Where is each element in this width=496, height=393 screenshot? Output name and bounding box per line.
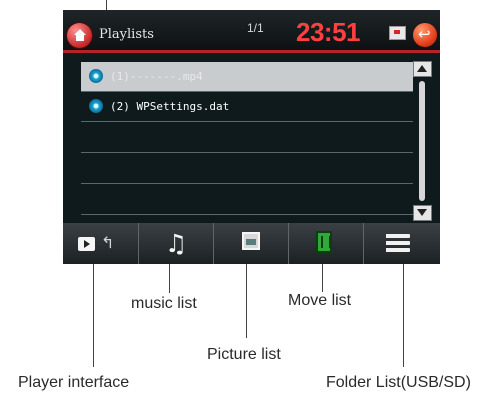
page-title: Playlists <box>99 27 154 42</box>
movie-list-button[interactable] <box>288 223 364 264</box>
return-arrow-icon: ↰ <box>101 233 115 252</box>
list-item-label: (1)-------.mp4 <box>110 70 203 83</box>
back-icon[interactable] <box>413 23 437 47</box>
player-interface-button[interactable]: ↰ <box>63 223 139 264</box>
list-icon <box>386 234 410 252</box>
annotation-folder-list: Folder List(USB/SD) <box>326 374 471 391</box>
annotation-picture-list: Picture list <box>207 346 281 363</box>
home-icon[interactable] <box>67 23 92 48</box>
picture-list-button[interactable] <box>213 223 289 264</box>
list-item-label: (2) WPSettings.dat <box>110 100 230 113</box>
folder-list-button[interactable] <box>363 223 438 264</box>
list-item[interactable]: (2) WPSettings.dat <box>81 92 413 122</box>
scrollbar[interactable] <box>413 61 432 221</box>
media-file-icon <box>89 99 103 113</box>
picture-icon <box>242 232 260 250</box>
music-list-button[interactable]: ♫ <box>138 223 214 264</box>
scroll-down-button[interactable] <box>413 205 432 221</box>
screen-toggle-icon[interactable] <box>389 26 406 40</box>
scroll-thumb[interactable] <box>419 81 425 201</box>
list-item[interactable]: (1)-------.mp4 <box>81 62 413 92</box>
annotation-player-interface: Player interface <box>18 374 130 391</box>
device-screen: Playlists 1/1 23:51 (1)-------.mp4 (2) W… <box>63 10 440 264</box>
picture-list-callout-line <box>246 264 247 338</box>
player-interface-callout-line <box>93 264 94 367</box>
move-list-callout-line <box>322 264 323 292</box>
page-count: 1/1 <box>247 21 264 35</box>
music-note-icon: ♫ <box>165 229 188 258</box>
header-divider <box>63 50 440 53</box>
header-bar: Playlists 1/1 23:51 <box>63 10 440 50</box>
scroll-up-button[interactable] <box>413 61 432 77</box>
list-item[interactable] <box>81 185 413 215</box>
list-item[interactable] <box>81 123 413 153</box>
clock: 23:51 <box>296 17 361 47</box>
bottom-toolbar: ↰ ♫ <box>63 223 440 264</box>
annotation-music-list: music list <box>131 295 197 312</box>
list-item[interactable] <box>81 154 413 184</box>
film-icon <box>316 231 332 253</box>
media-file-icon <box>89 69 103 83</box>
player-interface-icon <box>78 237 95 251</box>
music-list-callout-line <box>169 264 170 293</box>
top-callout-line <box>106 0 107 10</box>
folder-list-callout-line <box>403 264 404 367</box>
annotation-move-list: Move list <box>288 292 352 309</box>
